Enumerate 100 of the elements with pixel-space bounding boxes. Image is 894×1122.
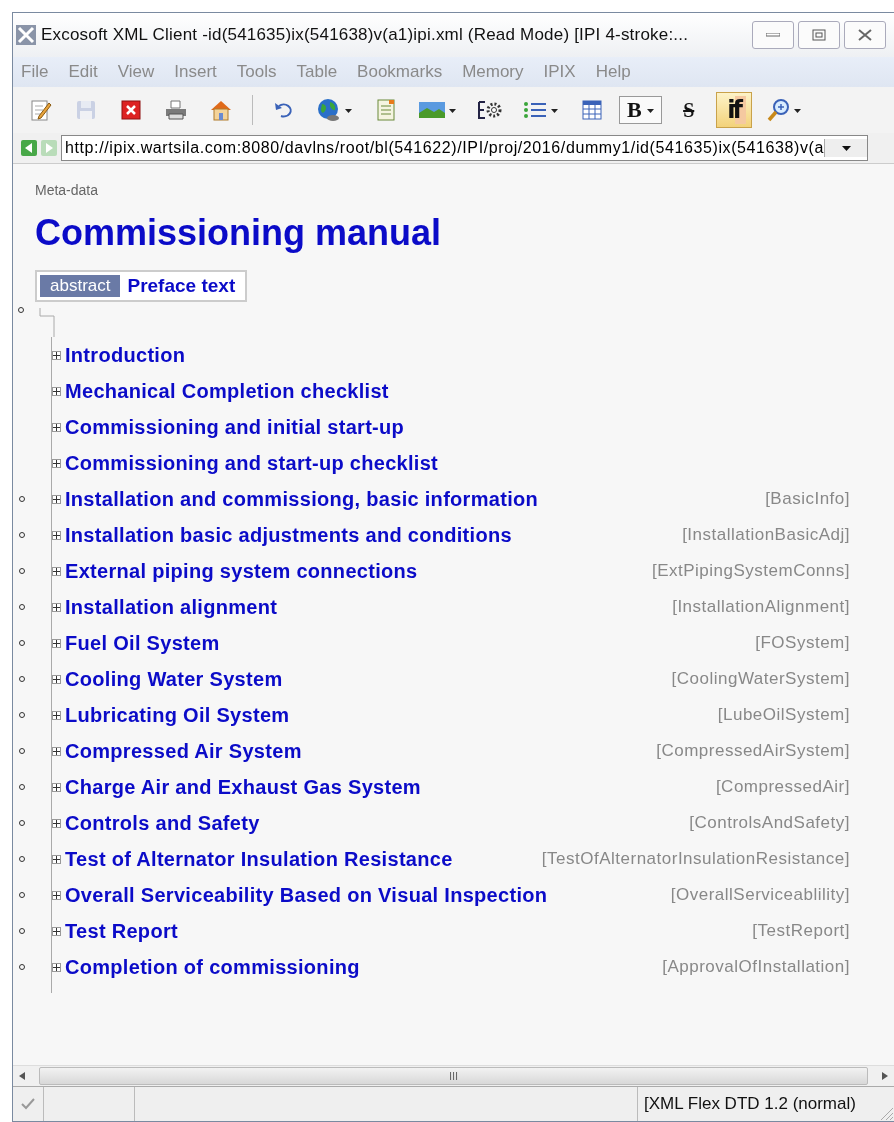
plus-icon [53, 819, 60, 827]
format-button[interactable]: if [715, 92, 752, 128]
gear-icon [477, 99, 503, 121]
section-title[interactable]: Cooling Water System [65, 667, 672, 691]
back-button[interactable] [21, 140, 37, 156]
section-title[interactable]: Compressed Air System [65, 739, 657, 763]
notepad-pencil-icon [30, 98, 52, 122]
section-tag: [ApprovalOfInstallation] [662, 957, 850, 977]
section-title[interactable]: Introduction [65, 343, 850, 367]
close-icon [858, 29, 872, 41]
section-title[interactable]: Installation basic adjustments and conditions [65, 523, 683, 547]
expand-button[interactable] [52, 422, 61, 432]
expand-button[interactable] [52, 350, 61, 360]
section-title[interactable]: Charge Air and Exhaust Gas System [65, 775, 716, 799]
address-field[interactable]: http://ipix.wartsila.com:8080/davlns/root/bl(541622)/IPI/proj/2016/dummy1/id(541635)ix(541638)v(a [61, 135, 868, 161]
section-title[interactable]: Overall Serviceability Based on Visual Inspection [65, 883, 671, 907]
plus-icon [53, 387, 60, 395]
expand-button[interactable] [52, 782, 61, 792]
expand-button[interactable] [52, 710, 61, 720]
dropdown-arrow-icon [344, 109, 352, 113]
section-title[interactable]: Completion of commissioning [65, 955, 663, 979]
expand-button[interactable] [52, 674, 61, 684]
section-tag: [OverallServiceablility] [670, 885, 850, 905]
section-tag: [LubeOilSystem] [717, 705, 850, 725]
window-title: Excosoft XML Client -id(541635)ix(541638)v(a1)ipi.xml (Read Mode) [IPI 4-stroke:... [41, 25, 690, 45]
plus-icon [53, 423, 60, 431]
section-title[interactable]: Controls and Safety [65, 811, 690, 835]
globe-icon [316, 97, 342, 123]
section-title[interactable]: Installation and commissiong, basic information [65, 487, 766, 511]
dropdown-arrow-icon[interactable] [841, 145, 851, 151]
section-tag: [CompressedAir] [715, 777, 850, 797]
expand-button[interactable] [52, 458, 61, 468]
plus-icon [53, 891, 60, 899]
expand-button[interactable] [52, 962, 61, 972]
horizontal-scrollbar[interactable]: III [13, 1065, 894, 1086]
plus-icon [53, 351, 60, 359]
dtd-status: [XML Flex DTD 1.2 (normal) [643, 1094, 856, 1114]
resize-grip-icon[interactable] [878, 1105, 894, 1121]
expand-button[interactable] [52, 638, 61, 648]
preface-text: Preface text [127, 275, 236, 297]
close-icon [120, 99, 142, 121]
undo-icon [273, 100, 295, 120]
section-tag: [ExtPipingSystemConns] [651, 561, 850, 581]
right-arrow-icon[interactable] [882, 1072, 888, 1080]
section-tag: [TestOfAlternatorInsulationResistance] [541, 849, 850, 869]
strikethrough-button[interactable]: S [670, 92, 707, 128]
expand-button[interactable] [52, 386, 61, 396]
section-title[interactable]: External piping system connections [65, 559, 652, 583]
plus-icon [53, 675, 60, 683]
document-title: Commissioning manual [35, 212, 443, 254]
abstract-label: abstract [40, 275, 121, 297]
expand-button[interactable] [52, 566, 61, 576]
table-icon [581, 99, 603, 121]
plus-icon [53, 927, 60, 935]
section-tag: [CoolingWaterSystem] [671, 669, 850, 689]
dropdown-arrow-icon [550, 109, 558, 113]
plus-icon [53, 963, 60, 971]
close-button[interactable] [844, 21, 886, 49]
section-title[interactable]: Test of Alternator Insulation Resistance [65, 847, 542, 871]
expand-button[interactable] [52, 818, 61, 828]
plus-icon [53, 531, 60, 539]
floppy-icon [75, 99, 97, 121]
section-tag: [TestReport] [752, 921, 850, 941]
section-tag: [ControlsAndSafety] [689, 813, 850, 833]
left-arrow-icon [25, 143, 33, 153]
section-title[interactable]: Commissioning and initial start-up [65, 415, 850, 439]
section-title[interactable]: Commissioning and start-up checklist [65, 451, 850, 475]
document-icon [376, 98, 396, 122]
zoom-in-icon [765, 97, 792, 123]
expand-button[interactable] [52, 854, 61, 864]
section-tag: [CompressedAirSystem] [656, 741, 850, 761]
expand-button[interactable] [52, 746, 61, 756]
section-title[interactable]: Mechanical Completion checklist [65, 379, 850, 403]
section-tag: [FOSystem] [755, 633, 850, 653]
plus-icon [53, 783, 60, 791]
bulleted-list-icon [522, 99, 548, 121]
right-arrow-icon [45, 143, 53, 153]
section-tag: [InstallationAlignment] [672, 597, 850, 617]
expand-button[interactable] [52, 926, 61, 936]
house-icon [209, 98, 233, 122]
restore-icon [812, 29, 826, 41]
app-logo-icon [15, 24, 37, 46]
dropdown-arrow-icon [448, 109, 456, 113]
format-button[interactable]: B [619, 96, 662, 124]
section-title[interactable]: Test Report [65, 919, 753, 943]
plus-icon [53, 639, 60, 647]
expand-button[interactable] [52, 494, 61, 504]
section-title[interactable]: Fuel Oil System [65, 631, 756, 655]
expand-button[interactable] [52, 602, 61, 612]
landscape-image-icon [418, 100, 446, 120]
expand-button[interactable] [52, 530, 61, 540]
dropdown-arrow-icon [647, 109, 655, 113]
expand-button[interactable] [52, 890, 61, 900]
minimize-icon [766, 33, 780, 37]
section-title[interactable]: Installation alignment [65, 595, 673, 619]
left-arrow-icon[interactable] [19, 1072, 25, 1080]
section-tag: [InstallationBasicAdj] [682, 525, 850, 545]
plus-icon [53, 855, 60, 863]
plus-icon [53, 495, 60, 503]
section-title[interactable]: Lubricating Oil System [65, 703, 718, 727]
